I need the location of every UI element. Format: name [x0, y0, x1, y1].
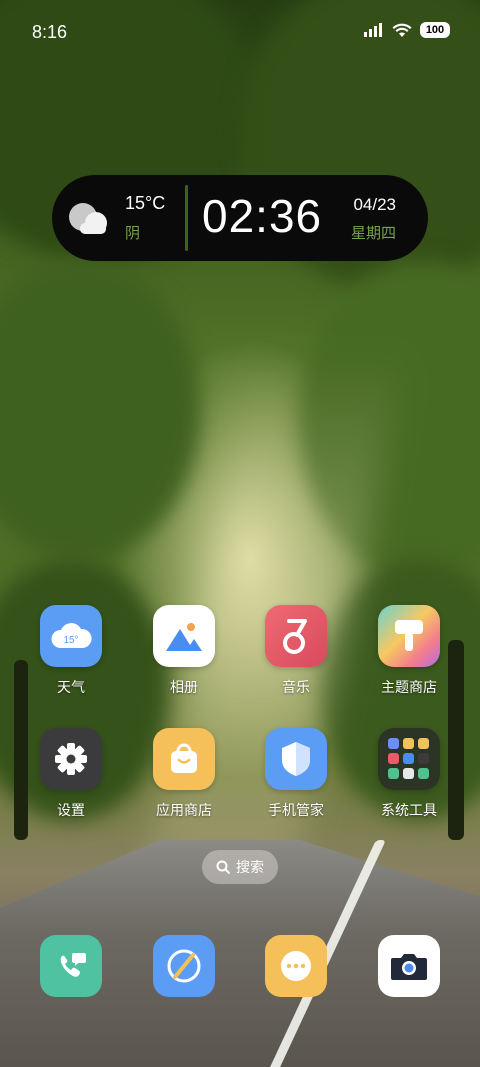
- app-label: 相册: [170, 680, 198, 696]
- home-screen: 8:16 100 15°C 阴 02:36 04/23 星期四 15° 天气 相…: [0, 0, 480, 1067]
- phone-icon: [40, 935, 102, 997]
- app-store-icon: [153, 728, 215, 790]
- app-label: 设置: [57, 803, 85, 819]
- status-bar: 8:16 100: [0, 0, 480, 68]
- app-settings[interactable]: 设置: [26, 728, 116, 820]
- app-label: 音乐: [282, 680, 310, 696]
- browser-icon: [153, 935, 215, 997]
- widget-condition: 阴: [125, 224, 141, 242]
- wifi-icon: [392, 23, 412, 37]
- app-app-store[interactable]: 应用商店: [139, 728, 229, 820]
- dock-browser[interactable]: [153, 935, 215, 997]
- dock-camera[interactable]: [378, 935, 440, 997]
- widget-clock: 02:36: [202, 190, 323, 242]
- weather-icon: 15°: [40, 605, 102, 667]
- battery-icon: 100: [420, 22, 450, 38]
- search-button[interactable]: 搜索: [202, 850, 278, 884]
- phone-manager-icon: [265, 728, 327, 790]
- status-time: 8:16: [32, 22, 68, 42]
- camera-icon: [378, 935, 440, 997]
- app-phone-manager[interactable]: 手机管家: [251, 728, 341, 820]
- gallery-icon: [153, 605, 215, 667]
- app-music[interactable]: 音乐: [251, 605, 341, 697]
- app-label: 主题商店: [381, 680, 437, 696]
- widget-divider: [185, 185, 188, 251]
- settings-icon: [40, 728, 102, 790]
- app-system-tools-folder[interactable]: 系统工具: [364, 728, 454, 820]
- search-label: 搜索: [236, 860, 264, 876]
- clock-weather-widget[interactable]: 15°C 阴 02:36 04/23 星期四: [52, 175, 428, 261]
- dock-messages[interactable]: [265, 935, 327, 997]
- messages-icon: [265, 935, 327, 997]
- app-label: 应用商店: [156, 803, 212, 819]
- widget-date: 04/23: [353, 195, 396, 214]
- theme-store-icon: [378, 605, 440, 667]
- cloudy-icon: [69, 203, 107, 234]
- widget-weekday: 星期四: [350, 224, 396, 242]
- status-icons: 100: [364, 22, 450, 38]
- weather-icon-temp: 15°: [63, 635, 78, 646]
- music-icon: [265, 605, 327, 667]
- dock-phone[interactable]: [40, 935, 102, 997]
- wallpaper-foliage: [0, 260, 200, 560]
- app-theme-store[interactable]: 主题商店: [364, 605, 454, 697]
- signal-icon: [364, 23, 382, 37]
- search-icon: [216, 860, 230, 874]
- app-label: 天气: [57, 680, 85, 696]
- app-weather[interactable]: 15° 天气: [26, 605, 116, 697]
- app-label: 系统工具: [381, 803, 437, 819]
- system-tools-folder-icon: [378, 728, 440, 790]
- app-gallery[interactable]: 相册: [139, 605, 229, 697]
- app-label: 手机管家: [268, 803, 324, 819]
- widget-temperature: 15°C: [125, 193, 166, 213]
